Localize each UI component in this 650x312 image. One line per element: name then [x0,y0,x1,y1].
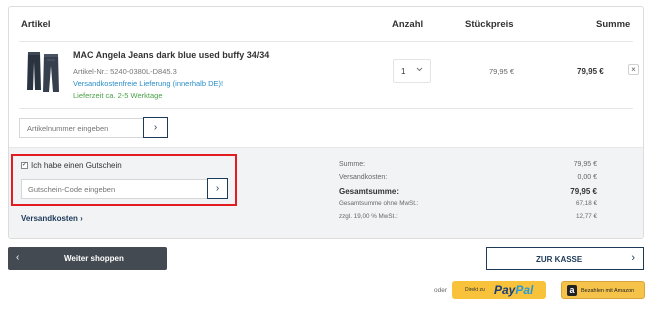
quantity-select[interactable]: 1 [393,59,431,83]
amazon-pay-label: Bezahlen mit Amazon [581,288,635,294]
header-article: Artikel [21,19,51,30]
voucher-checkbox-label[interactable]: Ich habe einen Gutschein [31,161,122,170]
close-icon: × [631,65,636,74]
vat-value: 12,77 € [575,213,597,220]
vat-label: zzgl. 19,00 % MwSt.: [339,213,398,220]
net-label: Gesamtsumme ohne MwSt.: [339,200,419,207]
header-quantity: Anzahl [392,19,424,30]
continue-shopping-label: Weiter shoppen [64,254,124,263]
total-label: Gesamtsumme: [339,187,400,196]
cart-item-row: MAC Angela Jeans dark blue used buffy 34… [19,41,639,109]
article-number-input[interactable] [19,118,143,138]
cart-header: Artikel Anzahl Stückpreis Summe [9,7,643,41]
chevron-right-icon: › [215,183,220,194]
or-separator: oder [434,287,448,294]
item-unit-price: 79,95 € [489,67,515,76]
article-number-submit-button[interactable]: › [143,117,168,138]
chevron-right-icon: › [153,122,158,133]
item-article-number: Artikel-Nr.: 5240-0380L-D845.3 [73,67,177,76]
paypal-button[interactable]: Direkt zu PayPal [452,281,546,299]
cart-summary-area: ✓ Ich habe einen Gutschein › Versandkost… [9,147,643,238]
subtotal-value: 79,95 € [573,161,597,168]
voucher-checkbox[interactable]: ✓ [21,162,28,169]
jeans-thumbnail[interactable] [23,50,63,94]
item-sum: 79,95 € [577,67,604,76]
item-shipping-note: Versandkostenfreie Lieferung (innerhalb … [73,79,224,88]
chevron-left-icon: ‹ [16,252,20,263]
paypal-prefix: Direkt zu [465,287,485,293]
chevron-right-icon: › [631,252,635,264]
amazon-pay-button[interactable]: a Bezahlen mit Amazon [561,281,645,299]
item-title[interactable]: MAC Angela Jeans dark blue used buffy 34… [73,50,269,60]
quantity-value: 1 [401,67,406,76]
continue-shopping-button[interactable]: ‹ Weiter shoppen [8,247,167,270]
total-value: 79,95 € [570,187,597,196]
chevron-down-icon [416,66,423,75]
shipping-value: 0,00 € [577,174,597,181]
shipping-costs-link[interactable]: Versandkosten › [21,214,83,223]
header-unit-price: Stückpreis [465,19,514,30]
voucher-section: ✓ Ich habe einen Gutschein › [11,154,237,206]
checkout-button[interactable]: ZUR KASSE › [486,247,644,270]
subtotal-label: Summe: [339,161,366,168]
remove-item-button[interactable]: × [628,64,639,75]
amazon-logo-icon: a [567,285,577,296]
shipping-label: Versandkosten: [339,174,388,181]
header-sum: Summe [596,19,631,30]
checkout-label: ZUR KASSE [536,255,583,264]
cart-panel: Artikel Anzahl Stückpreis Summe MAC Ange… [8,6,644,239]
voucher-submit-button[interactable]: › [207,178,228,199]
net-value: 67,18 € [575,200,597,207]
voucher-code-input[interactable] [21,179,207,199]
paypal-logo: PayPal [494,283,534,297]
item-delivery-time: Lieferzeit ca. 2-5 Werktage [73,91,163,100]
